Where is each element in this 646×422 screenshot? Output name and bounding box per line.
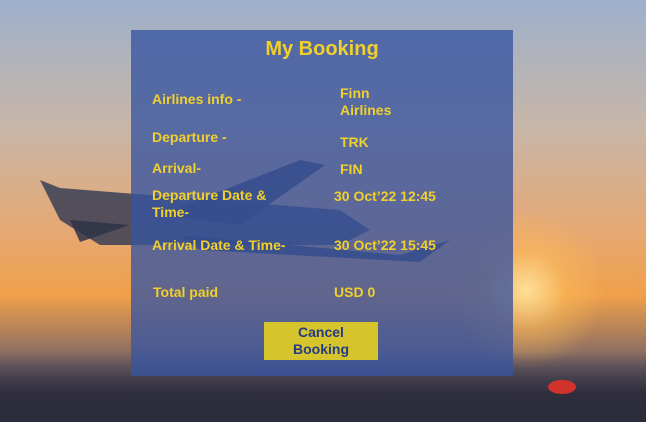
airlines-value: Finn Airlines	[340, 85, 392, 118]
cancel-booking-button[interactable]: Cancel Booking	[264, 322, 378, 360]
page-title: My Booking	[265, 38, 379, 60]
departure-date-label: Departure Date & Time-	[152, 187, 267, 220]
arrival-date-value: 30 Oct’22 15:45	[334, 237, 436, 253]
departure-date-value: 30 Oct’22 12:45	[334, 188, 436, 204]
departure-value: TRK	[340, 134, 369, 150]
booking-panel: My Booking Airlines info - Finn Airlines…	[131, 30, 513, 376]
departure-label: Departure -	[152, 129, 227, 145]
arrival-date-label: Arrival Date & Time-	[152, 237, 286, 253]
arrival-label: Arrival-	[152, 160, 202, 176]
red-light	[548, 380, 576, 394]
arrival-value: FIN	[340, 161, 363, 177]
total-paid-label: Total paid	[153, 284, 219, 300]
total-paid-value: USD 0	[334, 284, 376, 300]
airlines-label: Airlines info -	[152, 91, 242, 107]
